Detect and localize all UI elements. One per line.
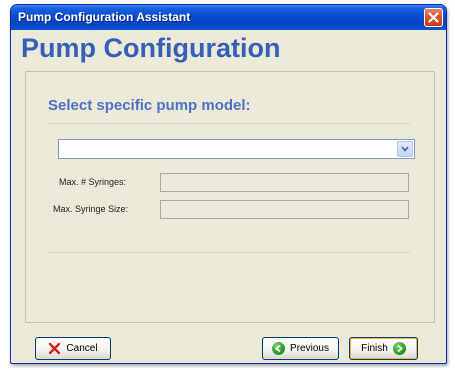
previous-label: Previous [290,343,329,354]
max-syringes-label: Max. # Syringes: [59,177,127,187]
max-syringes-field [160,173,409,192]
chevron-down-icon [401,146,409,152]
finish-button[interactable]: Finish [349,337,418,360]
arrow-left-icon [272,342,286,355]
title-bar[interactable]: Pump Configuration Assistant [11,5,446,30]
dialog-window: Pump Configuration Assistant Pump Config… [10,4,447,364]
pump-model-select[interactable] [58,139,415,159]
finish-label: Finish [361,343,388,354]
section-subtitle: Select specific pump model: [48,97,251,114]
close-icon [428,12,439,23]
cancel-label: Cancel [66,343,98,354]
max-syringe-size-label: Max. Syringe Size: [53,204,129,214]
dropdown-button[interactable] [397,141,413,157]
x-icon [49,342,61,355]
cancel-button[interactable]: Cancel [35,337,111,360]
previous-button[interactable]: Previous [262,337,339,360]
page-title: Pump Configuration [21,33,281,63]
content-panel: Select specific pump model: Max. # Syrin… [25,71,435,323]
max-syringe-size-field [160,200,409,219]
arrow-right-icon [392,342,406,355]
close-button[interactable] [424,8,443,27]
window-title: Pump Configuration Assistant [18,10,191,24]
